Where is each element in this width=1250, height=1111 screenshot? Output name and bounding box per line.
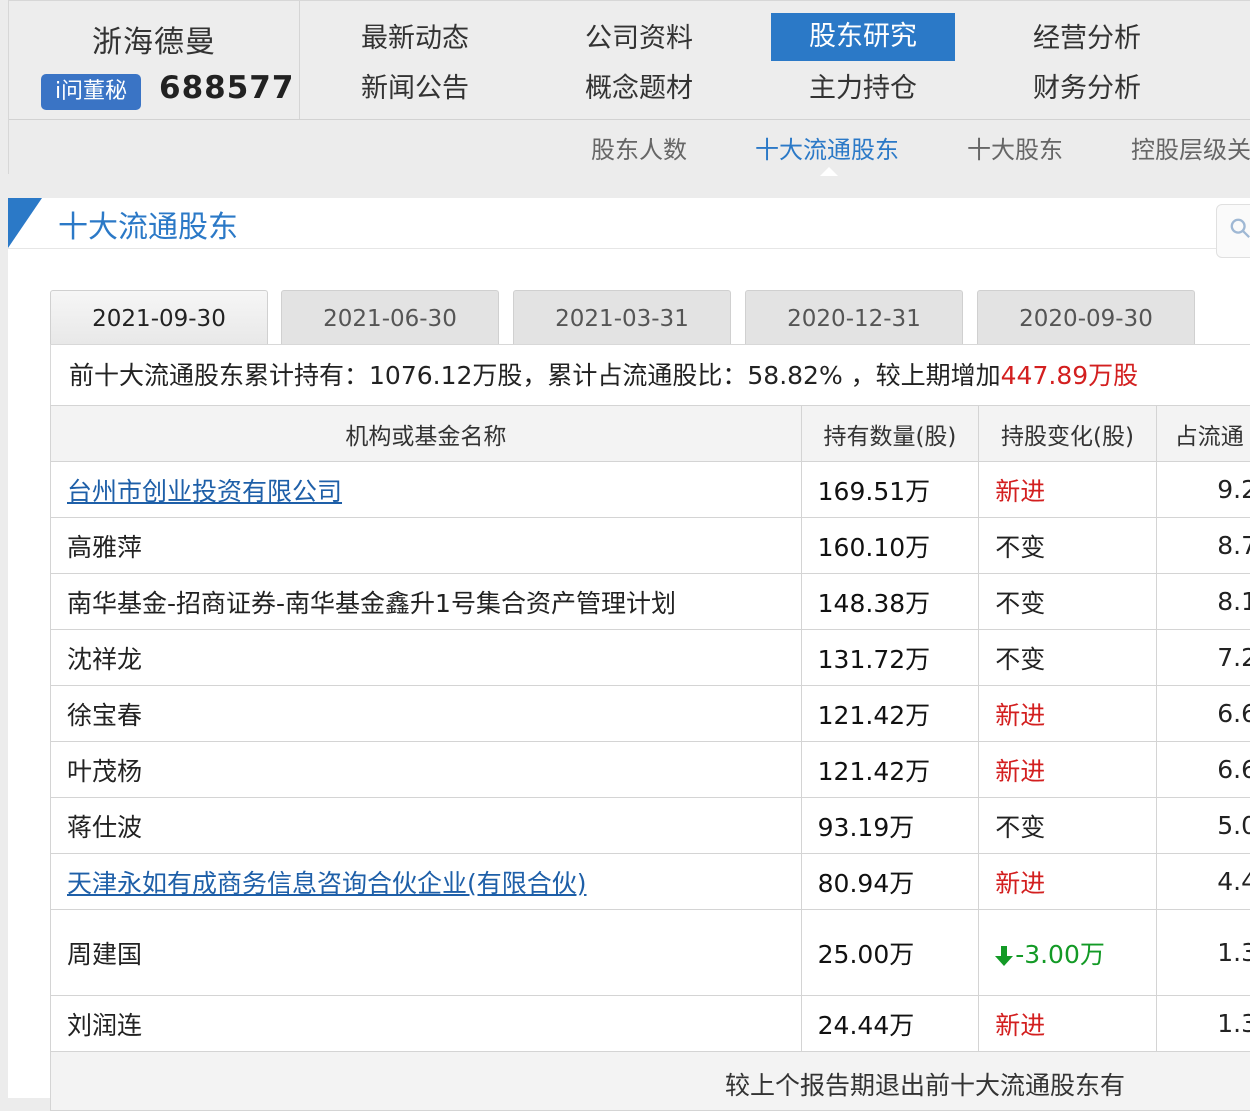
section-divider: [8, 248, 1218, 249]
holder-name: 沈祥龙: [51, 630, 802, 686]
holder-change: 新进: [979, 462, 1157, 518]
table-row: 天津永如有成商务信息咨询合伙企业(有限合伙) 80.94万 新进 4.4: [51, 854, 1250, 910]
holder-change-cell: -3.00万: [979, 910, 1157, 996]
col-header-name: 机构或基金名称: [51, 406, 802, 462]
holder-quantity: 80.94万: [801, 854, 979, 910]
holder-ratio: 5.0: [1156, 798, 1250, 854]
holder-change: -3.00万: [1015, 940, 1105, 969]
holder-change: 新进: [979, 686, 1157, 742]
holder-name-link[interactable]: 天津永如有成商务信息咨询合伙企业(有限合伙): [67, 869, 587, 898]
holder-ratio: 8.7: [1156, 518, 1250, 574]
table-header-row: 机构或基金名称 持有数量(股) 持股变化(股) 占流通: [51, 406, 1250, 462]
main-nav: 最新动态 公司资料 股东研究 经营分析 新闻公告 概念题材 主力持仓 财务分析: [301, 1, 1201, 119]
nav-company-info[interactable]: 公司资料: [547, 15, 731, 63]
holder-quantity: 93.19万: [801, 798, 979, 854]
nav-concept-themes[interactable]: 概念题材: [547, 65, 731, 113]
tab-2021-03-31[interactable]: 2021-03-31: [513, 290, 731, 344]
holder-name: 叶茂杨: [51, 742, 802, 798]
col-header-change: 持股变化(股): [979, 406, 1157, 462]
holder-name: 周建国: [51, 910, 802, 996]
nav-financial-analysis[interactable]: 财务分析: [995, 65, 1179, 113]
holder-name: 刘润连: [51, 996, 802, 1052]
nav-operation-analysis[interactable]: 经营分析: [995, 15, 1179, 63]
company-name: 浙海德曼: [9, 17, 299, 61]
nav-shareholder-research[interactable]: 股东研究: [771, 13, 955, 61]
table-row: 徐宝春 121.42万 新进 6.6: [51, 686, 1250, 742]
holder-name: 蒋仕波: [51, 798, 802, 854]
table-row: 叶茂杨 121.42万 新进 6.6: [51, 742, 1250, 798]
holder-quantity: 169.51万: [801, 462, 979, 518]
holder-name: 南华基金-招商证券-南华基金鑫升1号集合资产管理计划: [51, 574, 802, 630]
holder-ratio: 6.6: [1156, 742, 1250, 798]
holder-change: 不变: [979, 798, 1157, 854]
company-block: 浙海德曼 i问董秘 688577: [9, 1, 300, 119]
top10-float-holders-table: 机构或基金名称 持有数量(股) 持股变化(股) 占流通 台州市创业投资有限公司 …: [50, 405, 1250, 1052]
holder-ratio: 6.6: [1156, 686, 1250, 742]
holder-name: 高雅萍: [51, 518, 802, 574]
table-row: 沈祥龙 131.72万 不变 7.2: [51, 630, 1250, 686]
subnav-top10-holders[interactable]: 十大股东: [967, 120, 1063, 176]
holder-name: 徐宝春: [51, 686, 802, 742]
stock-header: 浙海德曼 i问董秘 688577 最新动态 公司资料 股东研究 经营分析 新闻公…: [8, 0, 1250, 174]
tab-2020-12-31[interactable]: 2020-12-31: [745, 290, 963, 344]
exited-holders-row: 较上个报告期退出前十大流通股东有: [50, 1051, 1250, 1111]
holder-quantity: 121.42万: [801, 686, 979, 742]
holder-quantity: 160.10万: [801, 518, 979, 574]
table-row: 周建国 25.00万 -3.00万 1.3: [51, 910, 1250, 996]
col-header-ratio: 占流通: [1156, 406, 1250, 462]
holder-quantity: 24.44万: [801, 996, 979, 1052]
holder-change: 不变: [979, 630, 1157, 686]
summary-text: 前十大流通股东累计持有：1076.12万股，累计占流通股比：58.82% ，较上…: [69, 361, 1001, 390]
table-row: 高雅萍 160.10万 不变 8.7: [51, 518, 1250, 574]
nav-news-announcements[interactable]: 新闻公告: [323, 65, 507, 113]
table-row: 刘润连 24.44万 新进 1.3: [51, 996, 1250, 1052]
holder-change: 新进: [979, 742, 1157, 798]
holder-name-cell: 天津永如有成商务信息咨询合伙企业(有限合伙): [51, 854, 802, 910]
section-marker: [8, 198, 42, 248]
holder-ratio: 9.2: [1156, 462, 1250, 518]
summary-increase: 447.89万股: [1001, 361, 1138, 390]
decrease-arrow-icon: [995, 945, 1013, 967]
subnav-holding-structure[interactable]: 控股层级关: [1131, 120, 1250, 176]
table-row: 台州市创业投资有限公司 169.51万 新进 9.2: [51, 462, 1250, 518]
holder-ratio: 8.1: [1156, 574, 1250, 630]
holder-quantity: 121.42万: [801, 742, 979, 798]
tab-2021-06-30[interactable]: 2021-06-30: [281, 290, 499, 344]
nav-latest-news[interactable]: 最新动态: [323, 15, 507, 63]
tab-2021-09-30[interactable]: 2021-09-30: [50, 290, 268, 344]
stock-code: 688577: [159, 70, 294, 106]
holder-change: 不变: [979, 574, 1157, 630]
holder-ratio: 1.3: [1156, 996, 1250, 1052]
holder-ratio: 7.2: [1156, 630, 1250, 686]
holder-change: 新进: [979, 996, 1157, 1052]
section-title: 十大流通股东: [58, 202, 238, 246]
subnav-shareholder-count[interactable]: 股东人数: [591, 120, 687, 176]
holder-change: 不变: [979, 518, 1157, 574]
holdings-summary: 前十大流通股东累计持有：1076.12万股，累计占流通股比：58.82% ，较上…: [50, 344, 1250, 406]
exited-holders-text: 较上个报告期退出前十大流通股东有: [725, 1066, 1125, 1102]
holder-quantity: 25.00万: [801, 910, 979, 996]
holder-name-link[interactable]: 台州市创业投资有限公司: [67, 477, 342, 506]
search-icon: [1229, 217, 1250, 239]
search-button[interactable]: [1216, 204, 1250, 258]
ask-secretary-badge[interactable]: i问董秘: [41, 74, 141, 110]
holder-ratio: 4.4: [1156, 854, 1250, 910]
holder-name-cell: 台州市创业投资有限公司: [51, 462, 802, 518]
table-row: 南华基金-招商证券-南华基金鑫升1号集合资产管理计划 148.38万 不变 8.…: [51, 574, 1250, 630]
table-row: 蒋仕波 93.19万 不变 5.0: [51, 798, 1250, 854]
col-header-quantity: 持有数量(股): [801, 406, 979, 462]
holder-quantity: 131.72万: [801, 630, 979, 686]
tab-2020-09-30[interactable]: 2020-09-30: [977, 290, 1195, 344]
holder-quantity: 148.38万: [801, 574, 979, 630]
holder-ratio: 1.3: [1156, 910, 1250, 996]
sub-nav: 股东人数 十大流通股东 十大股东 控股层级关: [9, 119, 1250, 176]
content-panel: 十大流通股东 2021-09-30 2021-06-30 2021-03-31 …: [8, 198, 1250, 1098]
subnav-active-indicator: [820, 167, 838, 176]
holder-change: 新进: [979, 854, 1157, 910]
nav-main-positions[interactable]: 主力持仓: [771, 65, 955, 113]
